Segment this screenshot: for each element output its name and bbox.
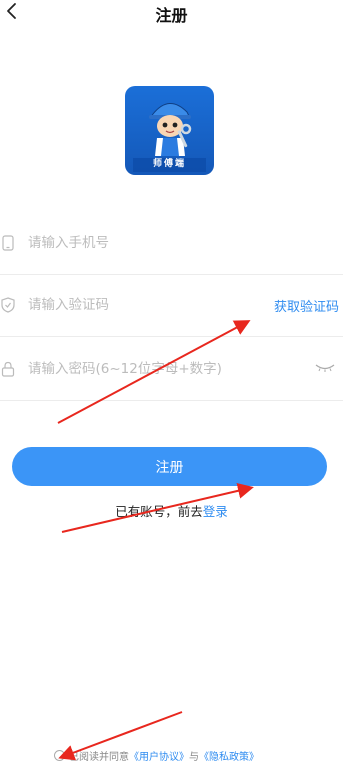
agreement-line: 已阅读并同意 《用户协议》 与 《隐私政策》: [54, 748, 259, 763]
logo-label: 师傅端: [152, 159, 186, 169]
register-button[interactable]: 注册: [12, 447, 327, 486]
password-row: [0, 338, 343, 401]
agreement-prefix: 已阅读并同意: [69, 752, 129, 763]
lock-icon: [0, 338, 16, 400]
login-prompt: 已有账号，前去登录: [0, 501, 343, 520]
code-row: 获取验证码: [0, 274, 343, 337]
verification-code-input[interactable]: [28, 292, 258, 318]
privacy-policy-link[interactable]: 《隐私政策》: [199, 748, 259, 763]
header: 注册: [0, 0, 343, 26]
shield-icon: [0, 274, 16, 336]
password-input[interactable]: [28, 356, 288, 382]
agreement-conjunction: 与: [189, 752, 199, 763]
toggle-password-button[interactable]: [313, 358, 337, 378]
app-logo: 师傅端: [125, 86, 214, 175]
phone-input[interactable]: [28, 230, 258, 256]
eye-closed-icon: [315, 364, 335, 372]
phone-icon: [0, 212, 16, 274]
login-link[interactable]: 登录: [203, 504, 228, 519]
login-prompt-text: 已有账号，前去: [115, 504, 203, 519]
get-code-button[interactable]: 获取验证码: [274, 296, 339, 315]
user-agreement-link[interactable]: 《用户协议》: [129, 748, 189, 763]
phone-row: [0, 212, 343, 275]
agreement-checkbox[interactable]: [54, 750, 65, 761]
page-title: 注册: [155, 6, 188, 25]
